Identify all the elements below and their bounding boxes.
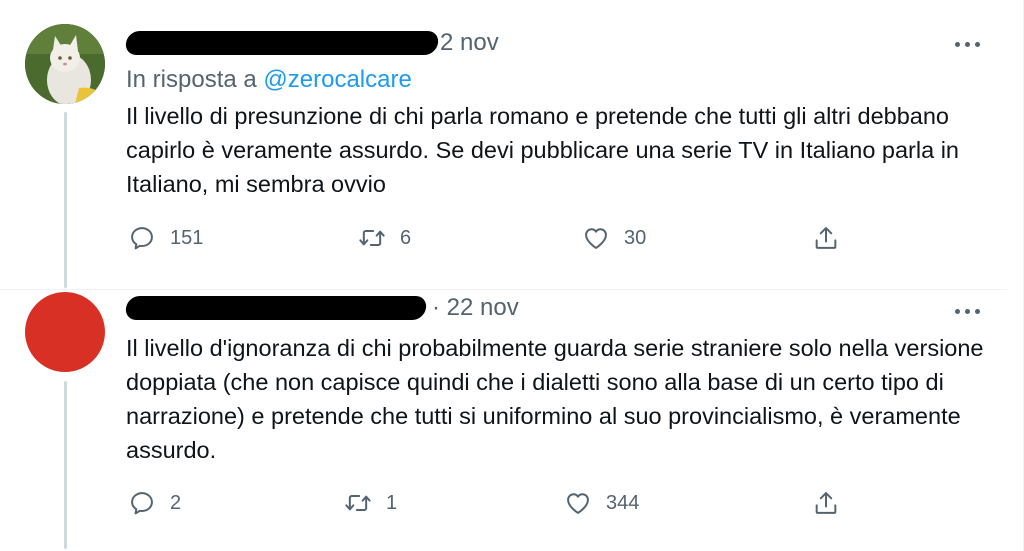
tweet-header: 2 nov xyxy=(124,28,499,58)
cat-photo xyxy=(25,24,105,104)
share-button[interactable] xyxy=(812,487,840,519)
more-horizontal-icon[interactable] xyxy=(947,32,987,56)
tweet[interactable]: 2 nov In risposta a @zerocalcare Il live… xyxy=(0,0,1007,290)
redacted-author xyxy=(124,296,428,320)
reply-icon xyxy=(131,227,153,250)
heart-icon xyxy=(567,493,589,514)
tweet-date[interactable]: 2 nov xyxy=(440,29,499,57)
tweet-actions: 2 1 344 xyxy=(126,487,856,519)
tweet-actions: 151 6 30 xyxy=(126,222,856,254)
reply-icon xyxy=(131,492,153,515)
reply-count: 2 xyxy=(170,491,182,514)
heart-icon xyxy=(585,228,607,249)
retweet-count: 6 xyxy=(400,226,412,249)
avatar[interactable] xyxy=(25,24,105,104)
more-horizontal-icon[interactable] xyxy=(947,299,987,323)
retweet-count: 1 xyxy=(386,491,398,514)
reply-button[interactable]: 2 xyxy=(128,487,181,519)
share-icon xyxy=(815,492,837,514)
thread-connector xyxy=(64,112,67,288)
reply-handle-link[interactable]: @zerocalcare xyxy=(263,66,411,93)
reply-context: In risposta a @zerocalcare xyxy=(126,66,412,94)
redacted-author xyxy=(124,31,440,55)
like-count: 30 xyxy=(624,226,647,249)
avatar[interactable] xyxy=(25,292,105,372)
tweet-header: · 22 nov xyxy=(124,293,519,323)
tweet-text: Il livello d'ignoranza di chi probabilme… xyxy=(126,335,984,463)
share-button[interactable] xyxy=(812,222,840,254)
retweet-icon xyxy=(345,495,371,511)
tweet[interactable]: · 22 nov Il livello d'ignoranza di chi p… xyxy=(0,291,1007,551)
reply-prefix: In risposta a xyxy=(126,66,257,93)
reply-count: 151 xyxy=(170,226,204,249)
retweet-button[interactable]: 1 xyxy=(344,487,397,519)
timeline: 2 nov In risposta a @zerocalcare Il live… xyxy=(0,0,1024,551)
retweet-button[interactable]: 6 xyxy=(358,222,411,254)
tweet-text: Il livello di presunzione di chi parla r… xyxy=(126,103,959,197)
share-icon xyxy=(815,227,837,249)
like-count: 344 xyxy=(606,491,640,514)
reply-button[interactable]: 151 xyxy=(128,222,203,254)
thread-connector xyxy=(64,381,67,549)
tweet-date[interactable]: · 22 nov xyxy=(432,294,519,322)
retweet-icon xyxy=(359,230,385,246)
like-button[interactable]: 30 xyxy=(582,222,646,254)
like-button[interactable]: 344 xyxy=(564,487,639,519)
